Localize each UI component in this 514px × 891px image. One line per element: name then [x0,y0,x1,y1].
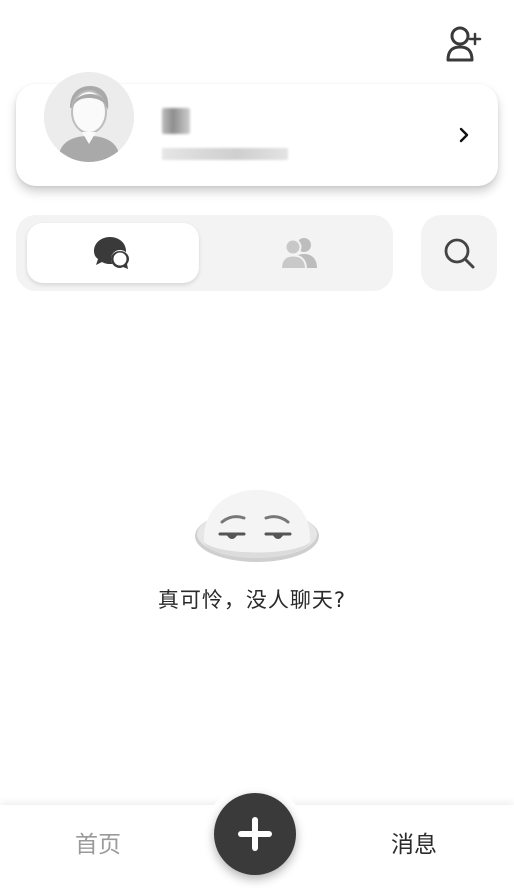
search-button[interactable] [421,215,497,291]
chat-bubbles-icon [94,237,129,269]
tab-contacts[interactable] [213,223,385,283]
profile-detail-button[interactable] [454,124,474,146]
plus-icon [238,817,272,851]
nav-home[interactable]: 首页 [38,825,158,859]
sad-face-icon [195,490,319,562]
people-icon [280,238,317,270]
tab-chats[interactable] [27,223,199,283]
avatar[interactable] [44,72,134,162]
person-plus-icon [446,26,482,62]
profile-name [162,108,190,134]
search-icon [444,238,475,269]
add-button[interactable] [214,793,296,875]
tab-switcher [16,215,393,291]
empty-state-text: 真可怜，没人聊天? [157,588,347,612]
nav-messages[interactable]: 消息 [354,825,474,859]
profile-subtitle [162,148,288,160]
chevron-right-icon [459,127,469,143]
profile-card[interactable] [16,72,498,186]
empty-state-illustration [192,484,322,568]
default-avatar-icon [44,72,134,162]
add-friend-button[interactable] [441,22,485,66]
